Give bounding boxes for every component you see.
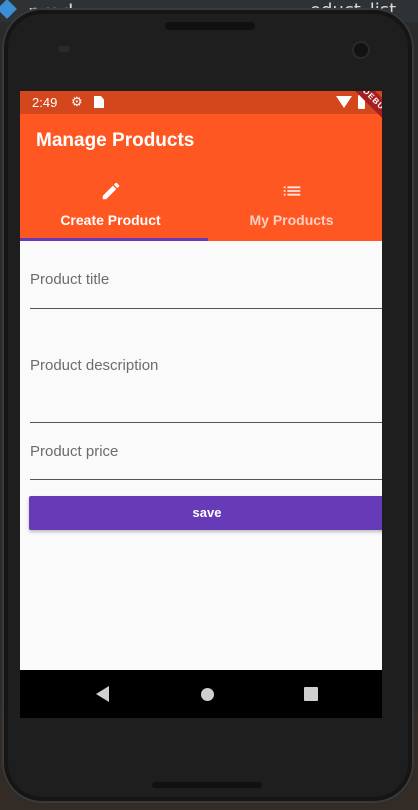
back-icon[interactable] bbox=[96, 686, 109, 702]
status-bar: 2:49 ⚙ bbox=[20, 91, 382, 114]
status-time: 2:49 bbox=[32, 95, 58, 110]
sd-card-icon bbox=[94, 96, 104, 108]
product-title-placeholder: Product title bbox=[30, 271, 110, 288]
tab-my-products[interactable]: My Products bbox=[201, 176, 382, 241]
earpiece-speaker bbox=[165, 22, 255, 30]
tab-my-products-label: My Products bbox=[249, 212, 334, 228]
device-screen: 2:49 ⚙ Manage Products Create Product My… bbox=[20, 91, 382, 718]
android-nav-bar bbox=[20, 670, 382, 718]
home-icon[interactable] bbox=[201, 688, 214, 701]
list-icon bbox=[283, 186, 301, 196]
app-bar: Manage Products Create Product My Produc… bbox=[20, 114, 382, 241]
recent-apps-icon[interactable] bbox=[304, 687, 318, 701]
save-button[interactable]: save bbox=[29, 496, 382, 530]
product-price-field[interactable]: Product price bbox=[30, 423, 382, 483]
tab-create-product[interactable]: Create Product bbox=[20, 176, 201, 241]
tab-create-product-label: Create Product bbox=[60, 212, 161, 228]
product-title-field[interactable]: Product title bbox=[30, 251, 382, 311]
tab-indicator bbox=[20, 238, 208, 241]
product-description-field[interactable]: Product description bbox=[30, 337, 382, 427]
pencil-icon bbox=[102, 182, 120, 200]
settings-gear-icon: ⚙ bbox=[71, 94, 83, 109]
wifi-icon bbox=[336, 96, 352, 108]
product-description-placeholder: Product description bbox=[30, 357, 159, 374]
page-title: Manage Products bbox=[36, 130, 195, 151]
field-underline bbox=[30, 308, 382, 309]
ide-logo-icon bbox=[0, 0, 17, 19]
front-camera bbox=[354, 43, 368, 57]
product-price-placeholder: Product price bbox=[30, 443, 119, 460]
field-underline bbox=[30, 479, 382, 480]
proximity-sensor bbox=[58, 46, 70, 52]
bottom-speaker bbox=[152, 782, 262, 788]
